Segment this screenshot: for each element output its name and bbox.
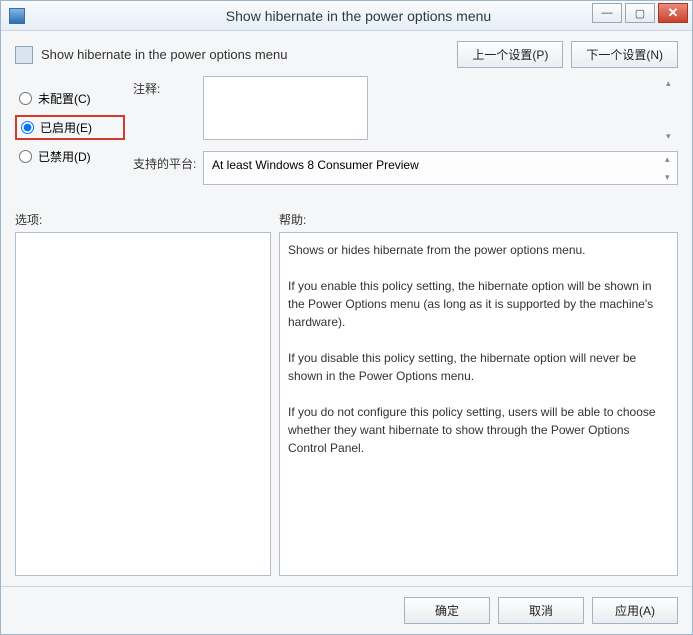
scroll-down-icon[interactable]: ▾ — [666, 131, 676, 141]
platform-label: 支持的平台: — [133, 151, 203, 185]
panes: Shows or hides hibernate from the power … — [15, 232, 678, 576]
options-label: 选项: — [15, 211, 279, 228]
radio-not-configured[interactable]: 未配置(C) — [15, 88, 125, 109]
state-radios: 未配置(C) 已启用(E) 已禁用(D) — [15, 76, 125, 193]
maximize-icon: ▢ — [635, 7, 645, 20]
radio-enabled-label: 已启用(E) — [40, 119, 92, 136]
prev-setting-button[interactable]: 上一个设置(P) — [457, 41, 563, 68]
scroll-up-icon[interactable]: ▴ — [666, 78, 676, 88]
radio-not-configured-input[interactable] — [19, 92, 32, 105]
radio-disabled[interactable]: 已禁用(D) — [15, 146, 125, 167]
comment-row: 注释: ▴ ▾ — [133, 76, 678, 143]
content-area: Show hibernate in the power options menu… — [1, 31, 692, 586]
maximize-button[interactable]: ▢ — [625, 3, 655, 23]
radio-not-configured-label: 未配置(C) — [38, 90, 91, 107]
nav-buttons: 上一个设置(P) 下一个设置(N) — [449, 41, 678, 68]
policy-title: Show hibernate in the power options menu — [41, 47, 287, 62]
cancel-button[interactable]: 取消 — [498, 597, 584, 624]
platform-row: 支持的平台: At least Windows 8 Consumer Previ… — [133, 151, 678, 185]
footer: 确定 取消 应用(A) — [1, 586, 692, 634]
comment-label: 注释: — [133, 76, 203, 143]
options-pane[interactable] — [15, 232, 271, 576]
scroll-up-icon[interactable]: ▴ — [665, 154, 675, 164]
window-buttons: — ▢ ✕ — [589, 3, 688, 23]
radio-enabled[interactable]: 已启用(E) — [15, 115, 125, 140]
comment-input[interactable] — [203, 76, 368, 140]
minimize-icon: — — [602, 7, 613, 19]
radio-disabled-label: 已禁用(D) — [38, 148, 91, 165]
section-labels: 选项: 帮助: — [15, 211, 678, 228]
ok-button[interactable]: 确定 — [404, 597, 490, 624]
close-icon: ✕ — [668, 5, 679, 21]
policy-icon — [15, 46, 33, 64]
next-setting-button[interactable]: 下一个设置(N) — [571, 41, 678, 68]
title-bar: Show hibernate in the power options menu… — [1, 1, 692, 31]
minimize-button[interactable]: — — [592, 3, 622, 23]
comment-wrap: ▴ ▾ — [203, 76, 678, 143]
platform-value-box: At least Windows 8 Consumer Preview ▴ ▾ — [203, 151, 678, 185]
scroll-down-icon[interactable]: ▾ — [665, 172, 675, 182]
close-button[interactable]: ✕ — [658, 3, 688, 23]
help-pane[interactable]: Shows or hides hibernate from the power … — [279, 232, 678, 576]
app-icon — [9, 8, 25, 24]
platform-value: At least Windows 8 Consumer Preview — [212, 158, 419, 172]
help-label: 帮助: — [279, 211, 306, 228]
radio-enabled-input[interactable] — [21, 121, 34, 134]
radio-disabled-input[interactable] — [19, 150, 32, 163]
header-row: Show hibernate in the power options menu… — [15, 41, 678, 68]
apply-button[interactable]: 应用(A) — [592, 597, 678, 624]
policy-editor-window: Show hibernate in the power options menu… — [0, 0, 693, 635]
fields-area: 注释: ▴ ▾ 支持的平台: At least Windows 8 Consum… — [125, 76, 678, 193]
config-area: 未配置(C) 已启用(E) 已禁用(D) 注释: ▴ ▾ — [15, 76, 678, 193]
